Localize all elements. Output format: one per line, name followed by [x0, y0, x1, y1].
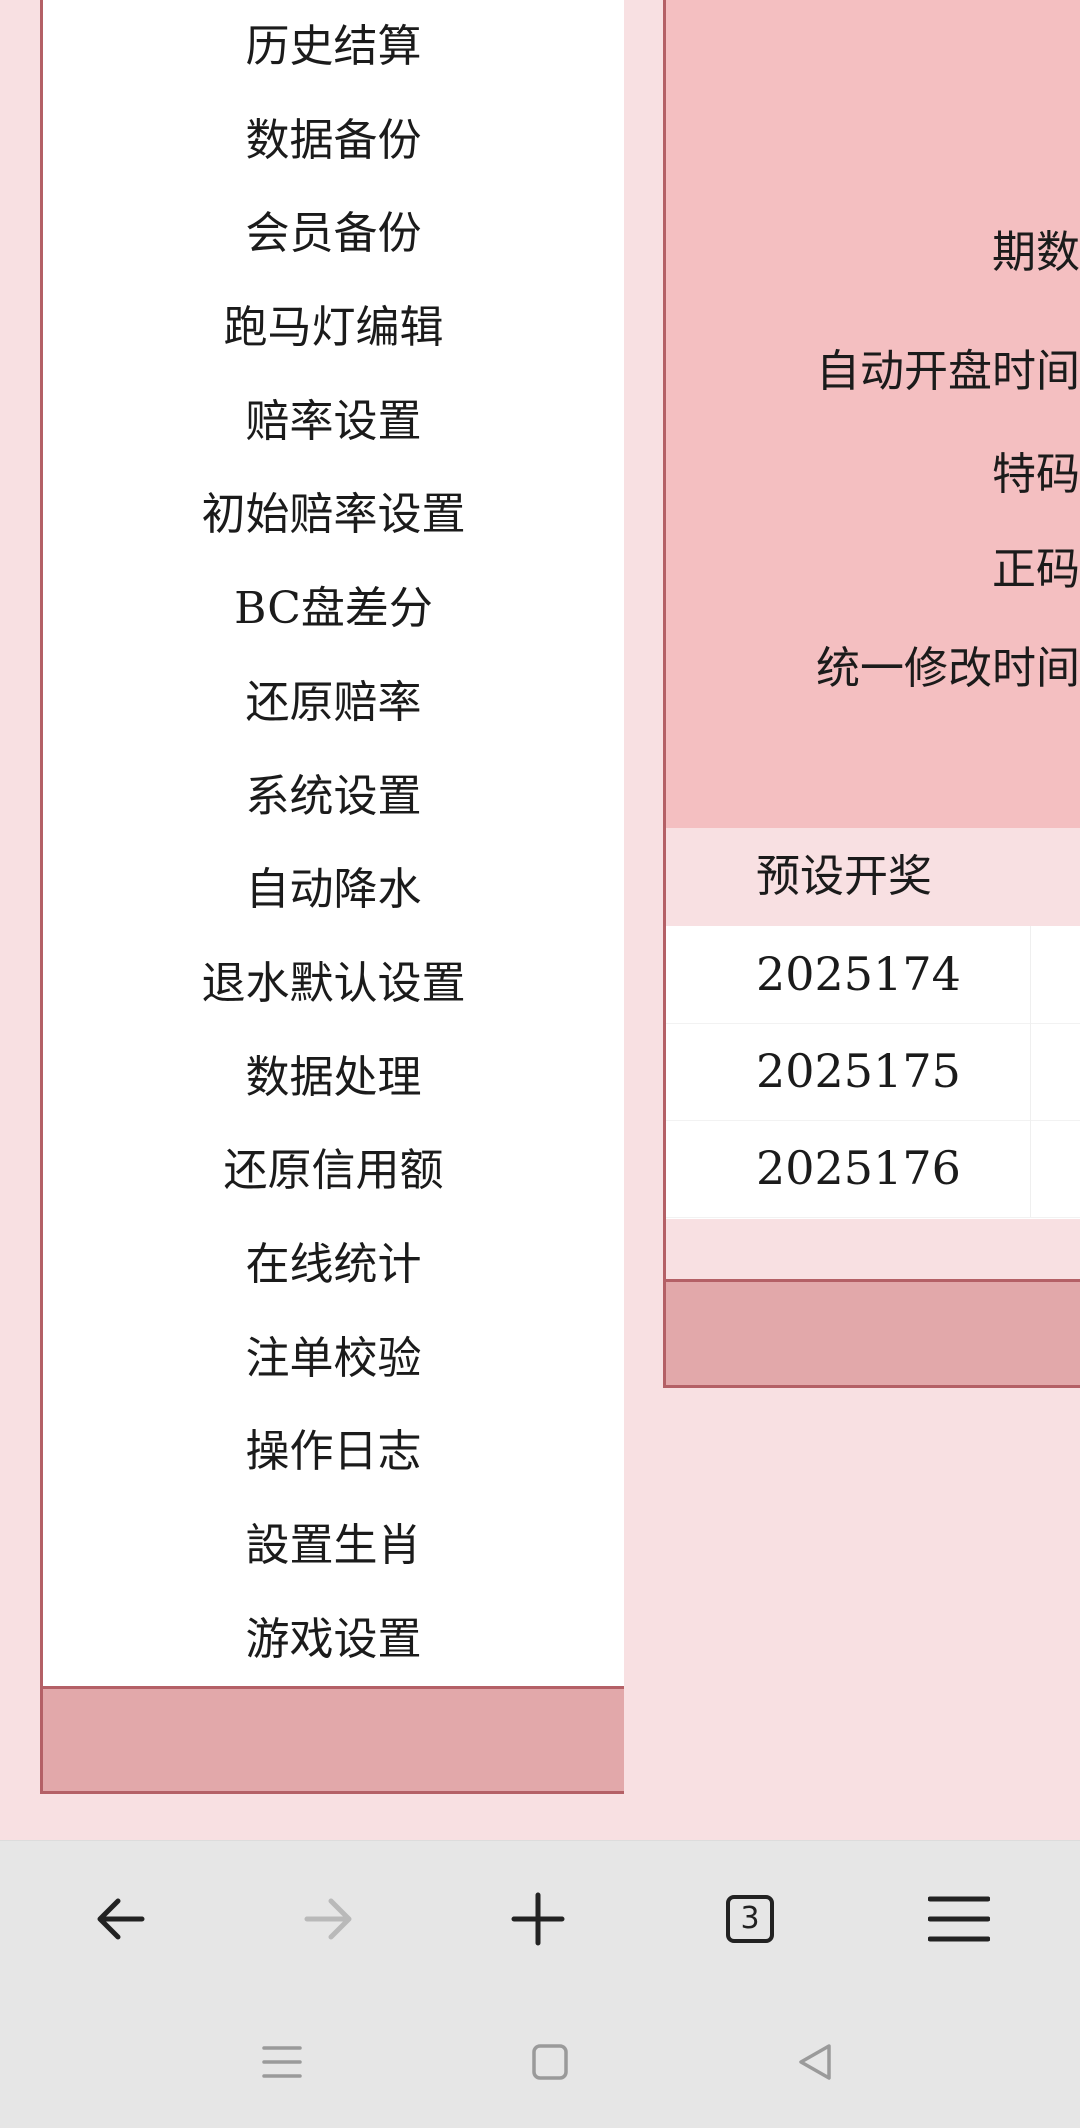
- column-divider: [1030, 926, 1031, 1023]
- preset-draw-table-header: 预设开奖: [666, 828, 1080, 926]
- menu-item-bc-difference[interactable]: BC盘差分: [43, 562, 624, 656]
- menu-item-data-backup[interactable]: 数据备份: [43, 94, 624, 188]
- table-row[interactable]: 2025175: [666, 1023, 1080, 1121]
- recent-apps-icon: [262, 2046, 302, 2078]
- settings-form-area: 期数 自动开盘时间 特码 正码 统一修改时间: [666, 0, 1080, 828]
- label-period: 期数: [992, 227, 1080, 278]
- label-special-number: 特码: [992, 449, 1080, 500]
- column-divider: [1030, 1023, 1031, 1120]
- column-divider: [1030, 1120, 1031, 1217]
- system-navigation-bar: [0, 1995, 1080, 2128]
- menu-item-game-settings[interactable]: 游戏设置: [43, 1593, 624, 1687]
- menu-item-system-settings[interactable]: 系统设置: [43, 750, 624, 844]
- period-number: 2025175: [756, 1044, 961, 1098]
- preset-draw-table: 2025174 2025175 2025176: [666, 926, 1080, 1219]
- browser-toolbar: 3: [0, 1840, 1080, 1996]
- main-settings-panel: 期数 自动开盘时间 特码 正码 统一修改时间 预设开奖 2025174 2025…: [663, 0, 1080, 1388]
- menu-item-operation-log[interactable]: 操作日志: [43, 1405, 624, 1499]
- settings-menu-panel: 历史结算 数据备份 会员备份 跑马灯编辑 赔率设置 初始赔率设置 BC盘差分 还…: [40, 0, 624, 1686]
- home-button[interactable]: [515, 2027, 585, 2097]
- arrow-left-icon: [97, 1898, 145, 1940]
- menu-item-initial-odds-settings[interactable]: 初始赔率设置: [43, 468, 624, 562]
- menu-item-restore-credit[interactable]: 还原信用额: [43, 1124, 624, 1218]
- label-auto-open-time: 自动开盘时间: [816, 346, 1080, 397]
- menu-item-bet-verification[interactable]: 注单校验: [43, 1312, 624, 1406]
- menu-button[interactable]: [919, 1879, 999, 1959]
- menu-item-restore-odds[interactable]: 还原赔率: [43, 656, 624, 750]
- label-unified-modify-time: 统一修改时间: [816, 643, 1080, 694]
- new-tab-button[interactable]: [498, 1879, 578, 1959]
- hamburger-menu-icon: [928, 1896, 990, 1942]
- menu-item-online-stats[interactable]: 在线统计: [43, 1218, 624, 1312]
- menu-item-rebate-default[interactable]: 退水默认设置: [43, 937, 624, 1031]
- period-number: 2025174: [756, 947, 961, 1001]
- menu-item-zodiac-settings[interactable]: 設置生肖: [43, 1499, 624, 1593]
- menu-item-auto-reduce[interactable]: 自动降水: [43, 843, 624, 937]
- tabs-button[interactable]: 3: [710, 1879, 790, 1959]
- arrow-right-icon: [304, 1898, 352, 1940]
- settings-menu-list: 历史结算 数据备份 会员备份 跑马灯编辑 赔率设置 初始赔率设置 BC盘差分 还…: [43, 0, 624, 1686]
- system-back-button[interactable]: [780, 2027, 850, 2097]
- period-number: 2025176: [756, 1141, 961, 1195]
- back-button[interactable]: [80, 1879, 160, 1959]
- home-square-icon: [532, 2044, 568, 2080]
- back-triangle-icon: [799, 2044, 831, 2080]
- forward-button[interactable]: [289, 1879, 369, 1959]
- menu-footer-bar: [40, 1686, 624, 1794]
- preset-draw-column-header: 预设开奖: [756, 851, 932, 902]
- recent-apps-button[interactable]: [247, 2027, 317, 2097]
- menu-item-marquee-edit[interactable]: 跑马灯编辑: [43, 281, 624, 375]
- table-row[interactable]: 2025174: [666, 926, 1080, 1024]
- menu-item-history-settlement[interactable]: 历史结算: [43, 0, 624, 94]
- label-regular-number: 正码: [992, 544, 1080, 595]
- menu-item-member-backup[interactable]: 会员备份: [43, 187, 624, 281]
- menu-item-data-processing[interactable]: 数据处理: [43, 1031, 624, 1125]
- menu-item-odds-settings[interactable]: 赔率设置: [43, 375, 624, 469]
- main-footer-bar: [666, 1279, 1080, 1385]
- tab-count-badge: 3: [726, 1895, 774, 1943]
- plus-icon: [511, 1892, 565, 1946]
- table-row[interactable]: 2025176: [666, 1120, 1080, 1218]
